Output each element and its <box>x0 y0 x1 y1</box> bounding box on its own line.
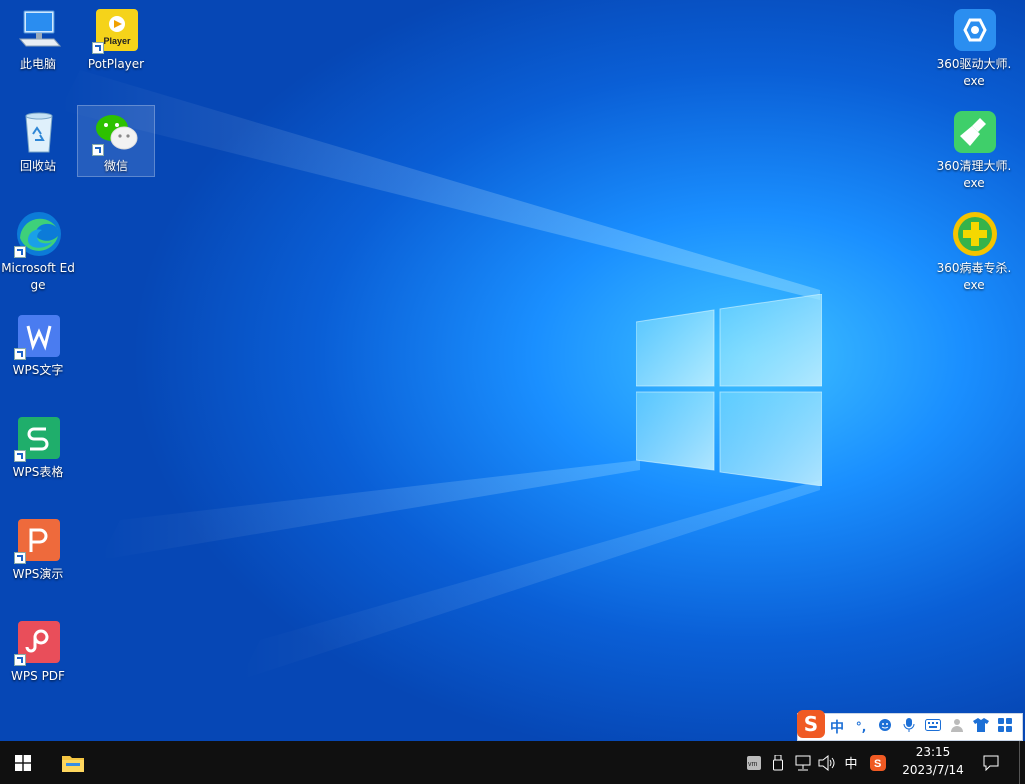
shortcut-arrow-icon <box>14 246 26 258</box>
notification-center-button[interactable] <box>976 741 1006 784</box>
desktop-icon-label: 360病毒专杀.exe <box>936 261 1012 292</box>
svg-text:S: S <box>874 758 881 770</box>
desktop-icon-this-pc[interactable]: 此电脑 <box>0 6 76 73</box>
desktop-icon-label: 回收站 <box>19 159 56 173</box>
shortcut-arrow-icon <box>92 144 104 156</box>
desktop-icon-recycle-bin[interactable]: 回收站 <box>0 108 76 175</box>
shortcut-arrow-icon <box>14 450 26 462</box>
sogou-logo-icon[interactable]: S <box>797 710 825 738</box>
desktop-icon-label: PotPlayer <box>87 57 145 71</box>
tray-network-icon[interactable] <box>792 741 814 784</box>
desktop-icon-wps-pdf[interactable]: WPS PDF <box>0 618 76 685</box>
windows-start-icon <box>15 754 31 771</box>
shortcut-arrow-icon <box>92 42 104 54</box>
tray-vmware-icon[interactable]: vm <box>744 741 764 784</box>
start-button[interactable] <box>0 741 46 784</box>
ime-toolbar[interactable]: S 中 °, <box>797 710 1023 741</box>
360-cleaner-broom-icon <box>960 118 986 146</box>
desktop-icon-wps-present[interactable]: WPS演示 <box>0 516 76 583</box>
desktop-wallpaper[interactable]: 此电脑 回收站 Microsoft Edge WPS文字 WPS表格 WPS演示… <box>0 0 1025 741</box>
desktop-icon-label: WPS表格 <box>12 465 64 479</box>
taskbar: vm 中 S 23:15 2023/7/14 <box>0 741 1025 784</box>
tray-volume-icon[interactable] <box>816 741 838 784</box>
clock-time: 23:15 <box>915 745 951 759</box>
desktop-icon-label: Microsoft Edge <box>1 261 75 292</box>
desktop-icon-label: 360清理大师.exe <box>936 159 1012 190</box>
ime-skin-shirt-icon[interactable] <box>969 718 993 736</box>
desktop-icon-label: 微信 <box>103 159 128 173</box>
desktop-icon-360-driver-master[interactable]: 360驱动大师.exe <box>936 6 1012 90</box>
ime-mode-toggle[interactable]: 中 <box>825 717 849 737</box>
desktop-icon-360-antivirus[interactable]: 360病毒专杀.exe <box>936 210 1012 294</box>
desktop-icon-label: WPS PDF <box>11 669 65 683</box>
ime-emoji-icon[interactable] <box>873 718 897 736</box>
show-desktop-button[interactable] <box>1019 741 1025 784</box>
computer-icon <box>18 10 62 47</box>
desktop-icon-wps-writer[interactable]: WPS文字 <box>0 312 76 379</box>
clock-date: 2023/7/14 <box>902 763 964 777</box>
ime-voice-microphone-icon[interactable] <box>897 718 921 736</box>
desktop-icon-label: WPS文字 <box>12 363 64 377</box>
ime-keyboard-icon[interactable] <box>921 719 945 735</box>
shortcut-arrow-icon <box>14 654 26 666</box>
ime-toolbox-grid-icon[interactable] <box>993 718 1017 736</box>
desktop-icon-edge[interactable]: Microsoft Edge <box>0 210 76 294</box>
desktop-icon-label: WPS演示 <box>12 567 64 581</box>
shortcut-arrow-icon <box>14 348 26 360</box>
desktop-icon-wechat[interactable]: 微信 <box>77 105 155 177</box>
desktop-icon-label: 360驱动大师.exe <box>936 57 1012 88</box>
desktop-icon-label: 此电脑 <box>19 57 56 71</box>
desktop-icon-potplayer[interactable]: Player PotPlayer <box>78 6 154 73</box>
svg-text:vm: vm <box>748 761 758 768</box>
ime-user-account-icon[interactable] <box>945 718 969 736</box>
recycle-bin-icon <box>25 112 53 153</box>
ime-punctuation-toggle[interactable]: °, <box>849 720 873 734</box>
360-driver-master-icon <box>963 18 987 42</box>
shortcut-arrow-icon <box>14 552 26 564</box>
desktop-icon-360-cleaner-master[interactable]: 360清理大师.exe <box>936 108 1012 192</box>
tray-usb-device-icon[interactable] <box>768 741 788 784</box>
360-antivirus-icon <box>953 212 997 256</box>
windows-logo-wallpaper <box>636 294 822 486</box>
notification-icon <box>983 755 999 771</box>
folder-icon <box>62 755 84 772</box>
desktop-icon-wps-sheets[interactable]: WPS表格 <box>0 414 76 481</box>
taskbar-clock[interactable]: 23:15 2023/7/14 <box>895 743 971 783</box>
tray-input-language[interactable]: 中 <box>841 741 861 784</box>
taskbar-file-explorer[interactable] <box>53 741 93 784</box>
tray-sogou-ime-icon[interactable]: S <box>867 741 889 784</box>
